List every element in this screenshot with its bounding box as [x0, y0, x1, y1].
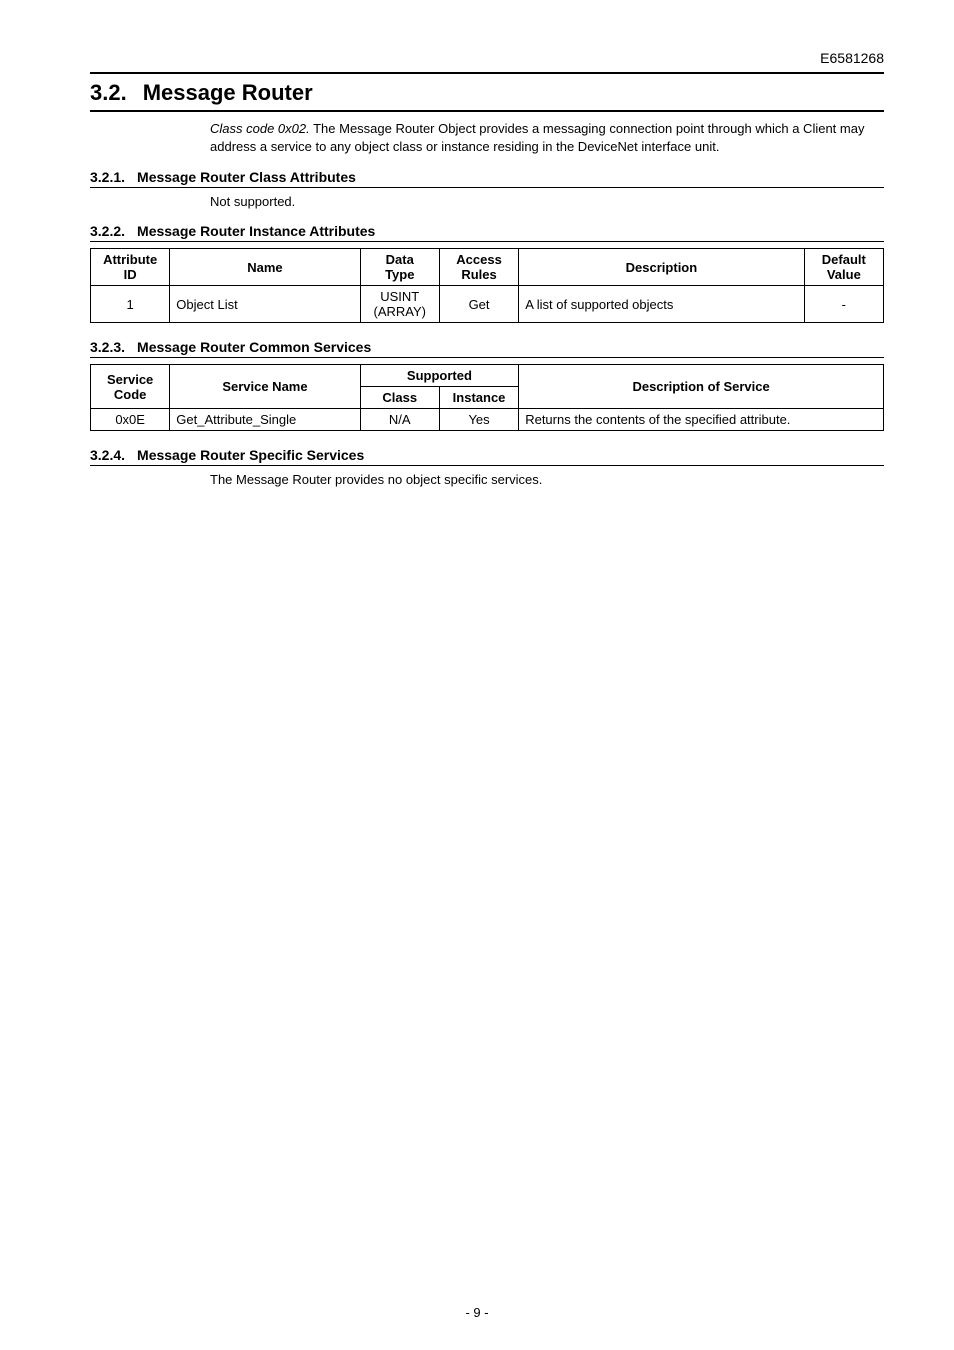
cell-description: A list of supported objects — [519, 286, 804, 323]
cell-class: N/A — [360, 409, 439, 431]
cell-description: Returns the contents of the specified at… — [519, 409, 884, 431]
subsection-title: Message Router Specific Services — [137, 447, 364, 463]
table-header-row: Attribute ID Name Data Type Access Rules… — [91, 249, 884, 286]
document-id: E6581268 — [90, 50, 884, 66]
subsection-divider — [90, 241, 884, 242]
col-attribute-id: Attribute ID — [91, 249, 170, 286]
subsection-divider — [90, 465, 884, 466]
common-services-table: Service Code Service Name Supported Desc… — [90, 364, 884, 431]
col-name: Name — [170, 249, 360, 286]
subsection-body: The Message Router provides no object sp… — [210, 472, 884, 487]
subsection-title: Message Router Instance Attributes — [137, 223, 375, 239]
subsection-heading: 3.2.4. Message Router Specific Services — [90, 447, 884, 463]
table-row: 0x0E Get_Attribute_Single N/A Yes Return… — [91, 409, 884, 431]
subsection-heading: 3.2.2. Message Router Instance Attribute… — [90, 223, 884, 239]
subsection-divider — [90, 357, 884, 358]
cell-data-type: USINT (ARRAY) — [360, 286, 439, 323]
document-page: E6581268 3.2. Message Router Class code … — [0, 0, 954, 1350]
instance-attributes-table: Attribute ID Name Data Type Access Rules… — [90, 248, 884, 323]
page-number: - 9 - — [0, 1305, 954, 1320]
subsection-number: 3.2.1. — [90, 169, 125, 185]
section-title: Message Router — [143, 80, 313, 106]
cell-name: Object List — [170, 286, 360, 323]
table-row: 1 Object List USINT (ARRAY) Get A list o… — [91, 286, 884, 323]
intro-italic: Class code 0x02. — [210, 121, 310, 136]
header-divider — [90, 72, 884, 74]
subsection-number: 3.2.3. — [90, 339, 125, 355]
subsection-title: Message Router Class Attributes — [137, 169, 356, 185]
subsection-title: Message Router Common Services — [137, 339, 371, 355]
col-data-type: Data Type — [360, 249, 439, 286]
cell-instance: Yes — [439, 409, 518, 431]
subsection-number: 3.2.2. — [90, 223, 125, 239]
cell-service-name: Get_Attribute_Single — [170, 409, 360, 431]
section-number: 3.2. — [90, 80, 127, 106]
col-access-rules: Access Rules — [439, 249, 518, 286]
col-supported: Supported — [360, 365, 519, 387]
section-intro: Class code 0x02. The Message Router Obje… — [210, 120, 884, 155]
col-service-code: Service Code — [91, 365, 170, 409]
cell-id: 1 — [91, 286, 170, 323]
subsection-heading: 3.2.1. Message Router Class Attributes — [90, 169, 884, 185]
col-service-name: Service Name — [170, 365, 360, 409]
col-class: Class — [360, 387, 439, 409]
cell-access: Get — [439, 286, 518, 323]
subsection-heading: 3.2.3. Message Router Common Services — [90, 339, 884, 355]
subsection-number: 3.2.4. — [90, 447, 125, 463]
section-divider — [90, 110, 884, 112]
section-heading: 3.2. Message Router — [90, 80, 884, 106]
cell-default: - — [804, 286, 883, 323]
col-description: Description — [519, 249, 804, 286]
col-service-description: Description of Service — [519, 365, 884, 409]
subsection-body: Not supported. — [210, 194, 884, 209]
subsection-divider — [90, 187, 884, 188]
cell-code: 0x0E — [91, 409, 170, 431]
col-default-value: Default Value — [804, 249, 883, 286]
col-instance: Instance — [439, 387, 518, 409]
table-header-row: Service Code Service Name Supported Desc… — [91, 365, 884, 387]
